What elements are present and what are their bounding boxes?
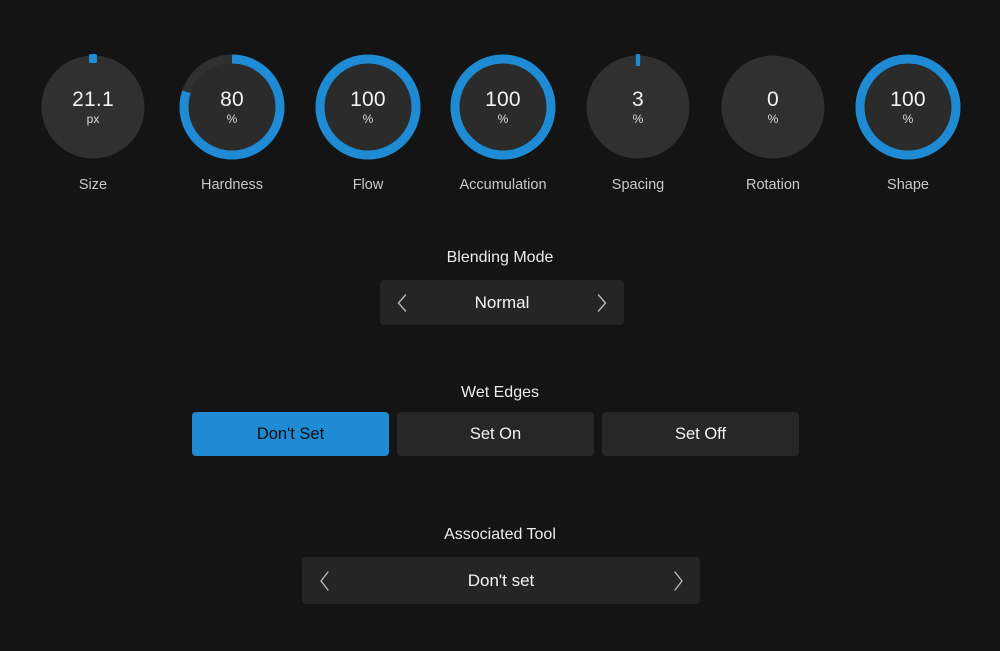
blending-mode-stepper[interactable]: Normal xyxy=(380,280,624,325)
knob-label: Size xyxy=(78,177,108,193)
chevron-left-icon xyxy=(396,293,408,313)
knob-accumulation[interactable]: 100% Accumulation xyxy=(435,52,571,202)
associated-tool-next-button[interactable] xyxy=(656,557,700,604)
brush-parameter-knob-row: 21.1 px Size 80% Hardness 100% Flow 100% Accumul… xyxy=(0,52,1000,202)
chevron-right-icon xyxy=(596,293,608,313)
knob-dial[interactable]: 100% xyxy=(853,52,963,162)
wet-edges-option-set-on[interactable]: Set On xyxy=(397,412,594,456)
associated-tool-title: Associated Tool xyxy=(444,526,556,543)
knob-shape[interactable]: 100% Shape xyxy=(840,52,976,202)
knob-gauge xyxy=(450,54,556,160)
associated-tool-stepper[interactable]: Don't set xyxy=(302,557,700,604)
chevron-right-icon xyxy=(672,570,685,592)
blending-mode-title: Blending Mode xyxy=(446,249,554,266)
knob-gauge xyxy=(721,55,825,159)
knob-label: Accumulation xyxy=(459,177,547,193)
knob-indicator-marker xyxy=(89,54,97,63)
knob-dial[interactable]: 80% xyxy=(177,52,287,162)
wet-edges-title: Wet Edges xyxy=(461,384,539,401)
knob-dial[interactable]: 100% xyxy=(448,52,558,162)
knob-label: Flow xyxy=(352,177,384,193)
knob-gauge xyxy=(315,54,421,160)
wet-edges-option-set-off[interactable]: Set Off xyxy=(602,412,799,456)
associated-tool-value: Don't set xyxy=(467,570,535,590)
knob-dial[interactable]: 21.1 px xyxy=(38,52,148,162)
blending-mode-next-button[interactable] xyxy=(580,280,624,325)
knob-dial[interactable]: 0% xyxy=(718,52,828,162)
knob-gauge xyxy=(855,54,961,160)
knob-label: Shape xyxy=(887,177,929,193)
wet-edges-button-group: Don't Set Set On Set Off xyxy=(192,412,799,456)
knob-spacing[interactable]: 3% Spacing xyxy=(570,52,706,202)
knob-label: Rotation xyxy=(745,177,800,193)
knob-rotation[interactable]: 0% Rotation xyxy=(705,52,841,202)
knob-gauge xyxy=(41,54,145,159)
knob-flow[interactable]: 100% Flow xyxy=(300,52,436,202)
blending-mode-value: Normal xyxy=(474,292,530,312)
wet-edges-option-don-t-set[interactable]: Don't Set xyxy=(192,412,389,456)
chevron-left-icon xyxy=(318,570,331,592)
knob-dial[interactable]: 100% xyxy=(313,52,423,162)
knob-label: Spacing xyxy=(611,177,665,193)
associated-tool-prev-button[interactable] xyxy=(302,557,346,604)
knob-dial[interactable]: 3% xyxy=(583,52,693,162)
blending-mode-prev-button[interactable] xyxy=(380,280,424,325)
knob-indicator-marker xyxy=(635,54,641,66)
knob-size[interactable]: 21.1 px Size xyxy=(25,52,161,202)
knob-hardness[interactable]: 80% Hardness xyxy=(164,52,300,202)
knob-gauge xyxy=(586,54,690,159)
knob-label: Hardness xyxy=(200,177,264,193)
knob-gauge xyxy=(179,54,285,160)
brush-settings-panel: { "theme": { "background": "#141414", "a… xyxy=(0,0,1000,651)
